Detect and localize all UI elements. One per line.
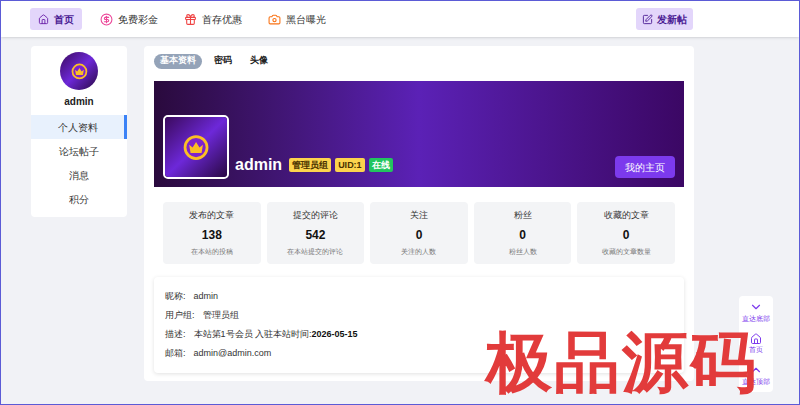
profile-name: admin: [235, 153, 282, 177]
float-button[interactable]: 首页: [749, 333, 763, 356]
top-nav: 首页免费彩金首存优惠黑台曝光 发新帖: [1, 1, 799, 37]
home-icon: [38, 14, 49, 25]
watermark: 极品源码: [486, 326, 758, 398]
nav-item[interactable]: 首存优惠: [176, 8, 250, 30]
badge: UID:1: [335, 158, 365, 172]
avatar: [60, 52, 98, 90]
edit-icon: [642, 14, 653, 25]
info-row: 描述:本站第1号会员 入驻本站时间:2026-05-15: [165, 327, 673, 342]
float-button[interactable]: 直达底部: [742, 300, 770, 325]
stat-card: 收藏的文章0收藏的文章数量: [577, 202, 675, 264]
crest-icon: [179, 131, 213, 164]
home-page-button[interactable]: 我的主页: [615, 156, 675, 178]
sidebar-username: admin: [64, 94, 93, 109]
chevron-down-icon: [749, 300, 763, 314]
gift-icon: [184, 13, 197, 26]
tab-bar: 基本资料密码头像: [154, 53, 684, 69]
stat-card: 粉丝0粉丝人数: [474, 202, 572, 264]
stat-card: 关注0关注的人数: [370, 202, 468, 264]
tab[interactable]: 基本资料: [154, 54, 202, 69]
stats-row: 发布的文章138在本站的投稿提交的评论542在本站提交的评论关注0关注的人数粉丝…: [163, 202, 675, 264]
tab[interactable]: 头像: [244, 54, 274, 69]
sidebar-item[interactable]: 个人资料: [31, 115, 127, 139]
profile-banner: admin 管理员组 UID:1 在线 我的主页: [154, 81, 684, 187]
float-button[interactable]: 直达顶部: [742, 363, 770, 388]
badge: 管理员组: [289, 158, 331, 172]
nav-item[interactable]: 黑台曝光: [260, 8, 334, 30]
nav-item[interactable]: 免费彩金: [92, 8, 166, 30]
badge: 在线: [369, 158, 393, 172]
float-toolbar: 直达底部首页直达顶部: [739, 296, 773, 392]
main-card: 基本资料密码头像 admin 管理员组 UID:1 在线 我的主页发布的文章138在本站的…: [144, 46, 694, 381]
avatar: [165, 117, 227, 177]
sidebar-item[interactable]: 消息: [31, 163, 127, 187]
crest-icon: [69, 61, 90, 82]
info-row: 邮箱:admin@admin.com: [165, 346, 673, 361]
info-row: 用户组:管理员组: [165, 308, 673, 323]
page: 首页免费彩金首存优惠黑台曝光发新帖admin个人资料论坛帖子消息积分基本资料密码…: [0, 0, 800, 405]
info-row: 昵称:admin: [165, 289, 673, 304]
sidebar: admin 个人资料论坛帖子消息积分: [31, 46, 127, 217]
home-icon: [750, 333, 762, 345]
chevron-up-icon: [749, 363, 763, 377]
post-button[interactable]: 发新帖: [636, 8, 693, 30]
tab[interactable]: 密码: [208, 54, 238, 69]
stat-card: 发布的文章138在本站的投稿: [163, 202, 261, 264]
nav-item[interactable]: 首页: [30, 8, 82, 30]
stat-card: 提交的评论542在本站提交的评论: [267, 202, 365, 264]
sidebar-item[interactable]: 积分: [31, 187, 127, 211]
coin-icon: [100, 13, 113, 26]
camera-icon: [268, 13, 281, 26]
info-card: 昵称:admin 用户组:管理员组描述:本站第1号会员 入驻本站时间:2026-0…: [154, 277, 684, 373]
sidebar-item[interactable]: 论坛帖子: [31, 139, 127, 163]
